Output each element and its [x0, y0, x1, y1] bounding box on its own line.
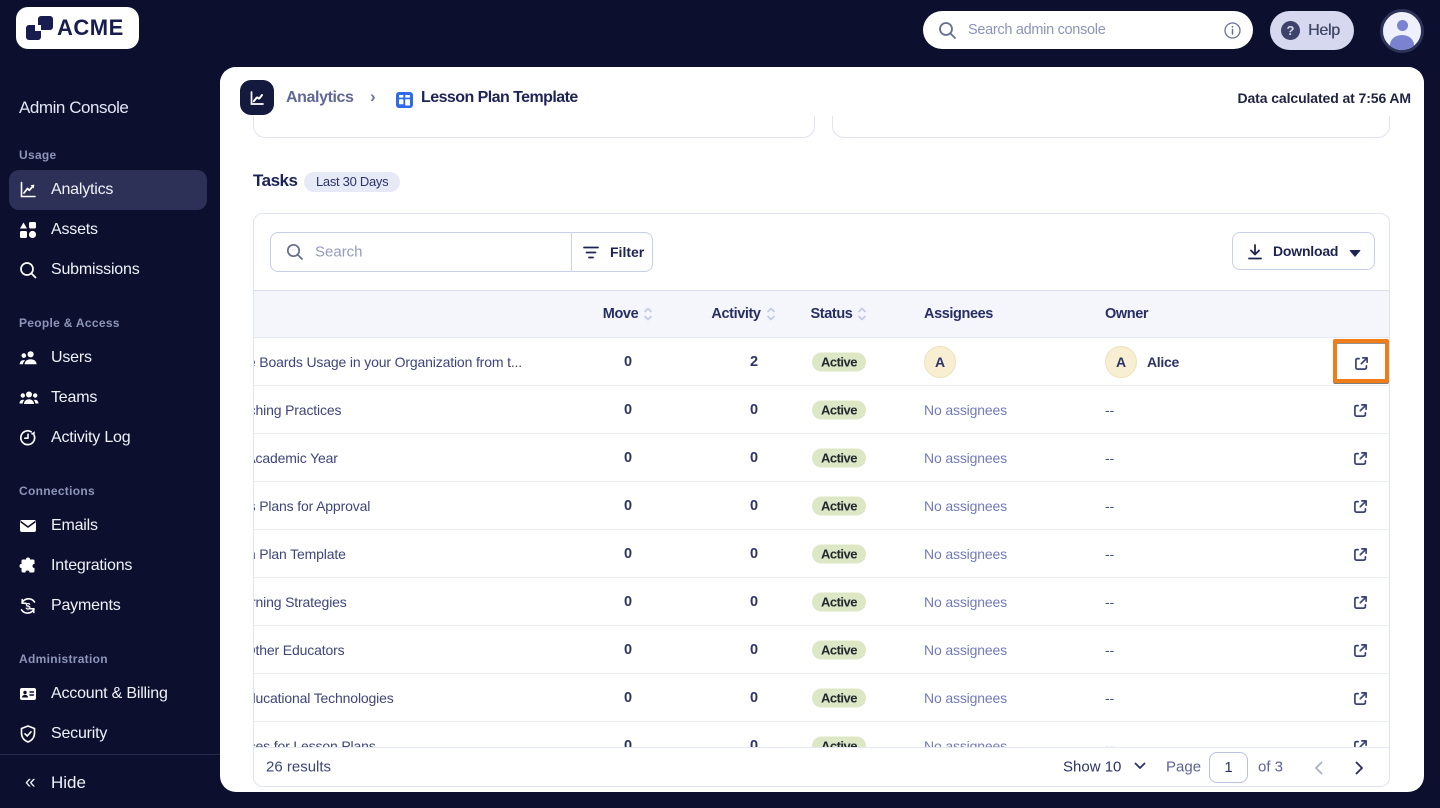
svg-text:$: $	[25, 602, 31, 613]
